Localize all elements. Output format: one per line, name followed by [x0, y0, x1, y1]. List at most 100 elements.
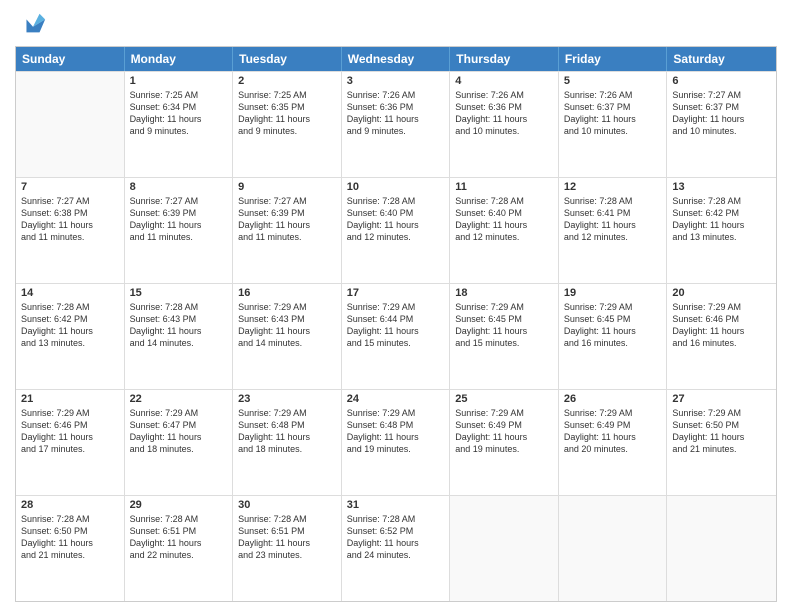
cell-line: and 24 minutes.	[347, 549, 445, 561]
calendar-row: 7Sunrise: 7:27 AMSunset: 6:38 PMDaylight…	[16, 177, 776, 283]
cell-line: Sunset: 6:47 PM	[130, 419, 228, 431]
calendar-cell	[559, 496, 668, 601]
day-number: 8	[130, 181, 228, 193]
cell-line: Sunrise: 7:28 AM	[564, 195, 662, 207]
cell-line: and 11 minutes.	[130, 231, 228, 243]
cell-line: Sunset: 6:46 PM	[21, 419, 119, 431]
calendar-row: 21Sunrise: 7:29 AMSunset: 6:46 PMDayligh…	[16, 389, 776, 495]
cell-line: Daylight: 11 hours	[347, 431, 445, 443]
cell-line: Sunrise: 7:27 AM	[672, 89, 771, 101]
day-number: 7	[21, 181, 119, 193]
cell-line: Sunset: 6:42 PM	[21, 313, 119, 325]
cell-line: Sunrise: 7:29 AM	[238, 407, 336, 419]
cell-line: Sunrise: 7:27 AM	[130, 195, 228, 207]
cell-line: Sunset: 6:44 PM	[347, 313, 445, 325]
cell-line: and 9 minutes.	[238, 125, 336, 137]
calendar-cell: 15Sunrise: 7:28 AMSunset: 6:43 PMDayligh…	[125, 284, 234, 389]
day-number: 11	[455, 181, 553, 193]
cell-line: Sunset: 6:52 PM	[347, 525, 445, 537]
cell-line: and 12 minutes.	[455, 231, 553, 243]
cell-line: Sunset: 6:49 PM	[564, 419, 662, 431]
cell-line: Sunrise: 7:26 AM	[455, 89, 553, 101]
header-day: Saturday	[667, 47, 776, 71]
day-number: 12	[564, 181, 662, 193]
cell-line: Daylight: 11 hours	[238, 325, 336, 337]
day-number: 19	[564, 287, 662, 299]
cell-line: and 20 minutes.	[564, 443, 662, 455]
header-day: Thursday	[450, 47, 559, 71]
cell-line: Sunset: 6:34 PM	[130, 101, 228, 113]
cell-line: Sunset: 6:40 PM	[455, 207, 553, 219]
cell-line: Sunset: 6:36 PM	[347, 101, 445, 113]
cell-line: Sunset: 6:50 PM	[21, 525, 119, 537]
calendar-cell: 31Sunrise: 7:28 AMSunset: 6:52 PMDayligh…	[342, 496, 451, 601]
cell-line: Sunset: 6:45 PM	[564, 313, 662, 325]
calendar-cell: 1Sunrise: 7:25 AMSunset: 6:34 PMDaylight…	[125, 72, 234, 177]
cell-line: and 21 minutes.	[21, 549, 119, 561]
cell-line: Sunrise: 7:28 AM	[21, 513, 119, 525]
cell-line: Daylight: 11 hours	[672, 219, 771, 231]
cell-line: and 12 minutes.	[564, 231, 662, 243]
cell-line: Sunrise: 7:26 AM	[564, 89, 662, 101]
calendar-cell: 14Sunrise: 7:28 AMSunset: 6:42 PMDayligh…	[16, 284, 125, 389]
cell-line: Daylight: 11 hours	[672, 431, 771, 443]
cell-line: Daylight: 11 hours	[238, 113, 336, 125]
cell-line: Sunset: 6:35 PM	[238, 101, 336, 113]
cell-line: Sunrise: 7:27 AM	[238, 195, 336, 207]
calendar-cell: 2Sunrise: 7:25 AMSunset: 6:35 PMDaylight…	[233, 72, 342, 177]
calendar-cell: 27Sunrise: 7:29 AMSunset: 6:50 PMDayligh…	[667, 390, 776, 495]
calendar-cell: 24Sunrise: 7:29 AMSunset: 6:48 PMDayligh…	[342, 390, 451, 495]
cell-line: and 17 minutes.	[21, 443, 119, 455]
cell-line: Sunrise: 7:29 AM	[347, 407, 445, 419]
cell-line: Daylight: 11 hours	[238, 431, 336, 443]
cell-line: Daylight: 11 hours	[564, 219, 662, 231]
cell-line: and 15 minutes.	[455, 337, 553, 349]
cell-line: Daylight: 11 hours	[21, 537, 119, 549]
day-number: 30	[238, 499, 336, 511]
cell-line: and 9 minutes.	[130, 125, 228, 137]
cell-line: Daylight: 11 hours	[130, 325, 228, 337]
cell-line: Daylight: 11 hours	[130, 113, 228, 125]
cell-line: Sunset: 6:46 PM	[672, 313, 771, 325]
cell-line: Sunset: 6:43 PM	[130, 313, 228, 325]
page: SundayMondayTuesdayWednesdayThursdayFrid…	[0, 0, 792, 612]
calendar-row: 28Sunrise: 7:28 AMSunset: 6:50 PMDayligh…	[16, 495, 776, 601]
cell-line: and 16 minutes.	[672, 337, 771, 349]
cell-line: and 13 minutes.	[21, 337, 119, 349]
cell-line: Sunset: 6:39 PM	[130, 207, 228, 219]
day-number: 29	[130, 499, 228, 511]
cell-line: Sunset: 6:50 PM	[672, 419, 771, 431]
calendar-cell: 13Sunrise: 7:28 AMSunset: 6:42 PMDayligh…	[667, 178, 776, 283]
cell-line: Sunset: 6:48 PM	[238, 419, 336, 431]
cell-line: Daylight: 11 hours	[455, 219, 553, 231]
cell-line: Daylight: 11 hours	[238, 537, 336, 549]
cell-line: Sunrise: 7:29 AM	[564, 407, 662, 419]
calendar-cell: 10Sunrise: 7:28 AMSunset: 6:40 PMDayligh…	[342, 178, 451, 283]
calendar-cell: 17Sunrise: 7:29 AMSunset: 6:44 PMDayligh…	[342, 284, 451, 389]
calendar-cell: 16Sunrise: 7:29 AMSunset: 6:43 PMDayligh…	[233, 284, 342, 389]
day-number: 27	[672, 393, 771, 405]
cell-line: Daylight: 11 hours	[455, 431, 553, 443]
cell-line: Sunset: 6:37 PM	[672, 101, 771, 113]
day-number: 4	[455, 75, 553, 87]
calendar-cell: 9Sunrise: 7:27 AMSunset: 6:39 PMDaylight…	[233, 178, 342, 283]
cell-line: and 9 minutes.	[347, 125, 445, 137]
day-number: 24	[347, 393, 445, 405]
calendar-cell: 4Sunrise: 7:26 AMSunset: 6:36 PMDaylight…	[450, 72, 559, 177]
day-number: 21	[21, 393, 119, 405]
cell-line: Daylight: 11 hours	[130, 431, 228, 443]
day-number: 25	[455, 393, 553, 405]
cell-line: and 13 minutes.	[672, 231, 771, 243]
calendar-cell: 22Sunrise: 7:29 AMSunset: 6:47 PMDayligh…	[125, 390, 234, 495]
calendar-cell: 11Sunrise: 7:28 AMSunset: 6:40 PMDayligh…	[450, 178, 559, 283]
header-day: Monday	[125, 47, 234, 71]
cell-line: Daylight: 11 hours	[21, 431, 119, 443]
calendar-cell	[667, 496, 776, 601]
cell-line: and 14 minutes.	[130, 337, 228, 349]
cell-line: and 10 minutes.	[672, 125, 771, 137]
cell-line: and 22 minutes.	[130, 549, 228, 561]
cell-line: Sunset: 6:36 PM	[455, 101, 553, 113]
cell-line: Daylight: 11 hours	[347, 537, 445, 549]
day-number: 26	[564, 393, 662, 405]
cell-line: Daylight: 11 hours	[347, 325, 445, 337]
